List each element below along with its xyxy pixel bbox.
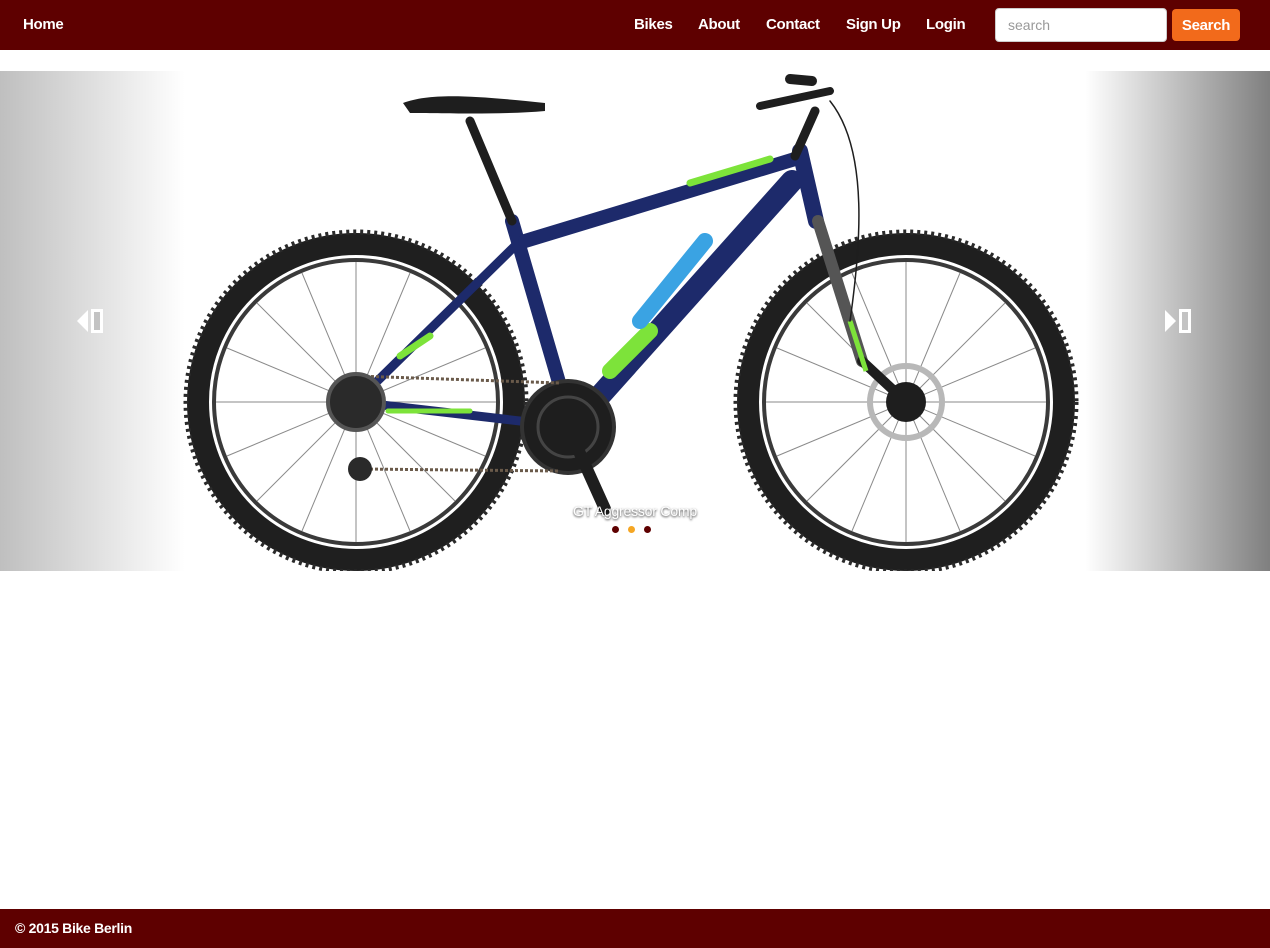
nav-link-sign-up[interactable]: Sign Up <box>846 16 901 33</box>
saddle <box>403 96 545 226</box>
carousel-next-control[interactable] <box>1162 304 1196 338</box>
chevron-left-icon <box>77 309 103 333</box>
nav-link-bikes[interactable]: Bikes <box>634 16 673 33</box>
carousel-prev-control[interactable] <box>74 304 108 338</box>
carousel-indicator[interactable] <box>611 525 620 534</box>
carousel-indicator[interactable] <box>643 525 652 534</box>
search-input[interactable] <box>995 8 1167 42</box>
carousel-indicator-active[interactable] <box>627 525 636 534</box>
footer: © 2015 Bike Berlin <box>0 909 1270 948</box>
footer-copyright: © 2015 Bike Berlin <box>15 920 132 936</box>
drivetrain <box>326 372 926 515</box>
nav-link-contact[interactable]: Contact <box>766 16 820 33</box>
navbar: Home Bikes About Contact Sign Up Login S… <box>0 0 1270 50</box>
bike-carousel: GT Aggressor Comp <box>0 71 1270 571</box>
carousel-caption: GT Aggressor Comp <box>573 503 697 519</box>
nav-home-link[interactable]: Home <box>23 16 64 33</box>
search-button[interactable]: Search <box>1172 9 1240 41</box>
bike-image <box>183 74 1079 571</box>
nav-link-about[interactable]: About <box>698 16 740 33</box>
nav-link-login[interactable]: Login <box>926 16 966 33</box>
chevron-right-icon <box>1165 309 1191 333</box>
